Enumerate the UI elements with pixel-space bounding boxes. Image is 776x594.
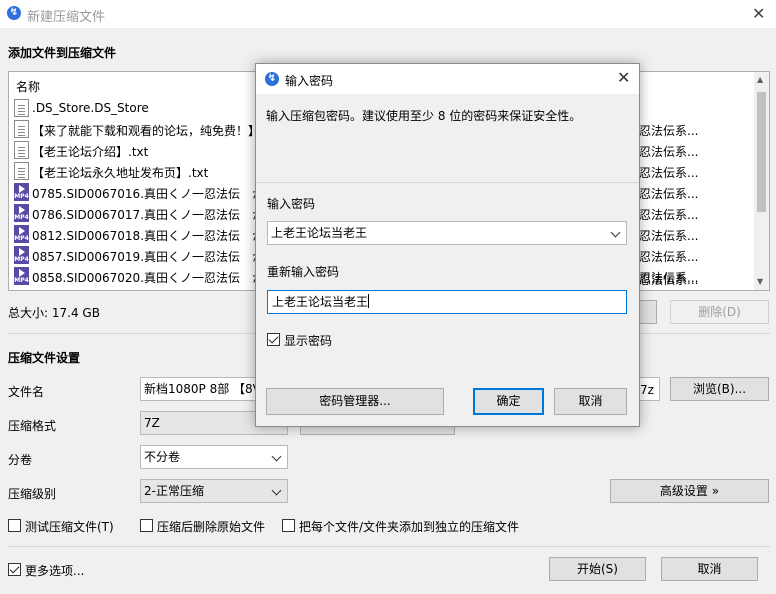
- separate-archives-checkbox[interactable]: [282, 519, 295, 532]
- file-path-cell: 忍法伝系...: [639, 208, 699, 222]
- file-path-cell: 忍法伝系...: [639, 145, 699, 159]
- chevron-down-icon[interactable]: [610, 227, 621, 238]
- file-name: 【来了就能下载和观看的论坛，纯免费！】: [32, 124, 261, 138]
- show-password-label[interactable]: 显示密码: [284, 332, 332, 349]
- divider: [8, 546, 770, 547]
- dialog-note: 输入压缩包密码。建议使用至少 8 位的密码来保证安全性。: [266, 109, 582, 123]
- divider: [256, 182, 639, 183]
- window-titlebar: [0, 0, 776, 28]
- level-value: 2-正常压缩: [144, 484, 204, 498]
- browse-button[interactable]: 浏览(B)...: [670, 377, 769, 401]
- dialog-cancel-button[interactable]: 取消: [554, 388, 627, 415]
- file-name: 0857.SID0067019.真田くノ一忍法伝 か: [32, 250, 265, 264]
- text-file-icon: [14, 162, 29, 180]
- confirm-password-label: 重新输入密码: [267, 265, 340, 279]
- chevron-down-icon: [271, 485, 282, 496]
- column-header-name[interactable]: 名称: [16, 78, 40, 95]
- start-button[interactable]: 开始(S): [549, 557, 646, 581]
- filename-suffix: 7z: [640, 383, 654, 397]
- file-path-cell: 忍法伝系...: [639, 250, 699, 264]
- filename-value: 新档1080P 8部 【8V1: [144, 382, 269, 396]
- settings-section-title: 压缩文件设置: [8, 351, 81, 365]
- files-section-title: 添加文件到压缩文件: [8, 46, 117, 60]
- split-label: 分卷: [8, 453, 33, 467]
- file-path-cell: 忍法伝系...: [639, 124, 699, 138]
- scroll-down-icon[interactable]: ▼: [757, 277, 763, 286]
- video-file-icon: MP4: [14, 204, 29, 222]
- split-select[interactable]: 不分卷: [140, 445, 288, 469]
- format-label: 压缩格式: [8, 419, 57, 433]
- scroll-up-icon[interactable]: ▲: [757, 75, 763, 84]
- text-file-icon: [14, 120, 29, 138]
- file-path-cell: 忍法伝系...: [639, 166, 699, 180]
- file-path-cell: 忍法伝系...: [639, 229, 699, 243]
- file-name: 0858.SID0067020.真田くノ一忍法伝 か: [32, 271, 265, 285]
- filename-label: 文件名: [8, 385, 45, 399]
- confirm-password-input[interactable]: 上老王论坛当老王: [267, 290, 627, 314]
- password-label: 输入密码: [267, 197, 316, 211]
- password-input[interactable]: 上老王论坛当老王: [267, 221, 627, 245]
- file-name: 【老王论坛永久地址发布页】.txt: [32, 166, 209, 180]
- more-options-checkbox[interactable]: [8, 563, 21, 576]
- dialog-title: 输入密码: [285, 74, 334, 88]
- show-password-checkbox[interactable]: [267, 333, 280, 346]
- advanced-settings-button[interactable]: 高级设置 »: [610, 479, 769, 503]
- video-file-icon: MP4: [14, 225, 29, 243]
- file-path-cell: 忍法伝系...: [639, 271, 699, 285]
- file-name: 【老王论坛介绍】.txt: [32, 145, 149, 159]
- window-close-icon[interactable]: ✕: [752, 4, 765, 23]
- text-file-icon: [14, 99, 29, 117]
- main-cancel-button[interactable]: 取消: [661, 557, 758, 581]
- ok-button[interactable]: 确定: [473, 388, 544, 415]
- text-caret: [368, 294, 370, 308]
- separate-archives-label[interactable]: 把每个文件/文件夹添加到独立的压缩文件: [299, 518, 519, 535]
- split-value: 不分卷: [144, 450, 181, 464]
- password-dialog: ↯ 输入密码 ✕ 输入压缩包密码。建议使用至少 8 位的密码来保证安全性。 输入…: [255, 63, 640, 427]
- test-archive-checkbox[interactable]: [8, 519, 21, 532]
- app-logo-icon: ↯: [7, 6, 21, 20]
- scroll-thumb[interactable]: [757, 92, 766, 212]
- window-title: 新建压缩文件: [27, 10, 106, 25]
- delete-after-checkbox[interactable]: [140, 519, 153, 532]
- password-manager-button[interactable]: 密码管理器...: [266, 388, 444, 415]
- delete-after-label[interactable]: 压缩后删除原始文件: [157, 518, 265, 535]
- more-options-label[interactable]: 更多选项...: [25, 562, 84, 579]
- delete-button[interactable]: 删除(D): [670, 300, 769, 324]
- total-size: 总大小: 17.4 GB: [8, 306, 100, 320]
- dialog-close-icon[interactable]: ✕: [617, 68, 630, 87]
- text-file-icon: [14, 141, 29, 159]
- file-name: 0785.SID0067016.真田くノ一忍法伝 か: [32, 187, 265, 201]
- file-path-cell: 忍法伝系...: [639, 187, 699, 201]
- level-label: 压缩级别: [8, 487, 57, 501]
- test-archive-label[interactable]: 测试压缩文件(T): [25, 518, 114, 535]
- video-file-icon: MP4: [14, 267, 29, 285]
- file-name: 0786.SID0067017.真田くノ一忍法伝 か: [32, 208, 265, 222]
- video-file-icon: MP4: [14, 246, 29, 264]
- file-name: .DS_Store.DS_Store: [32, 101, 149, 115]
- format-value: 7Z: [144, 416, 160, 430]
- password-value: 上老王论坛当老王: [271, 226, 368, 240]
- confirm-password-value: 上老王论坛当老王: [272, 295, 369, 309]
- app-logo-icon: ↯: [265, 72, 279, 86]
- file-name: 0812.SID0067018.真田くノ一忍法伝 か: [32, 229, 265, 243]
- video-file-icon: MP4: [14, 183, 29, 201]
- file-list-scrollbar[interactable]: ▲ ▼: [754, 72, 769, 290]
- chevron-down-icon: [271, 451, 282, 462]
- level-select[interactable]: 2-正常压缩: [140, 479, 288, 503]
